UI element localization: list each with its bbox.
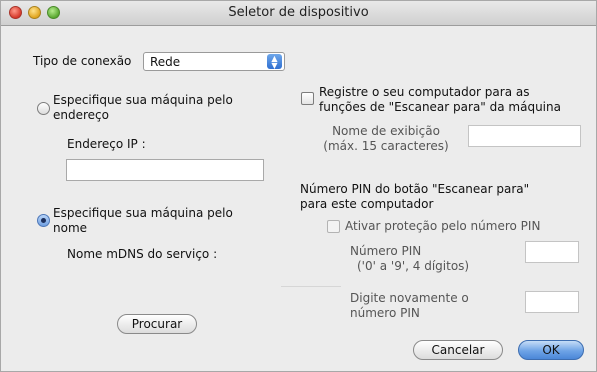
up-down-arrows-icon: ▲ ▼ <box>267 54 282 70</box>
pin-number-label-line2: ('0' a '9', 4 dígitos) <box>357 259 470 273</box>
title-bar: Seletor de dispositivo <box>1 1 596 26</box>
radio-by-name[interactable] <box>37 214 50 227</box>
pin-header-line2: para este computador <box>300 197 434 211</box>
register-computer-checkbox[interactable] <box>301 92 314 105</box>
register-label-line1: Registre o seu computador para as <box>319 85 530 99</box>
display-name-label-line1: Nome de exibição <box>332 124 440 138</box>
pin-repeat-label-line2: número PIN <box>350 306 420 320</box>
connection-type-value: Rede <box>150 55 181 69</box>
by-name-label-line2: nome <box>53 221 88 235</box>
connection-type-label: Tipo de conexão <box>33 54 132 68</box>
ip-address-input[interactable] <box>66 159 264 181</box>
radio-by-address[interactable] <box>37 102 50 115</box>
pin-number-label-line1: Número PIN <box>350 244 422 258</box>
by-address-label-line2: endereço <box>53 108 109 122</box>
connection-type-select[interactable]: Rede ▲ ▼ <box>143 52 285 71</box>
enable-pin-label: Ativar proteção pelo número PIN <box>345 219 541 233</box>
pin-header-line1: Número PIN do botão "Escanear para" <box>300 182 530 196</box>
mdns-service-name-label: Nome mDNS do serviço : <box>67 247 218 261</box>
pin-repeat-label-line1: Digite novamente o <box>350 291 469 305</box>
ip-address-label: Endereço IP : <box>67 137 146 151</box>
browse-button[interactable]: Procurar <box>117 314 197 334</box>
device-selector-dialog: Seletor de dispositivo Tipo de conexão R… <box>0 0 597 372</box>
cancel-button[interactable]: Cancelar <box>413 340 503 360</box>
display-name-input[interactable] <box>468 125 581 147</box>
display-name-label-line2: (máx. 15 caracteres) <box>323 139 449 153</box>
pin-number-input[interactable] <box>525 241 579 263</box>
divider <box>281 286 341 287</box>
window-title: Seletor de dispositivo <box>228 5 369 20</box>
ok-button[interactable]: OK <box>518 340 584 360</box>
pin-repeat-input[interactable] <box>525 291 579 313</box>
by-address-label-line1: Especifique sua máquina pelo <box>53 93 233 107</box>
by-name-label-line1: Especifique sua máquina pelo <box>53 206 233 220</box>
enable-pin-checkbox[interactable] <box>327 220 340 233</box>
register-label-line2: funções de "Escanear para" da máquina <box>319 100 561 114</box>
